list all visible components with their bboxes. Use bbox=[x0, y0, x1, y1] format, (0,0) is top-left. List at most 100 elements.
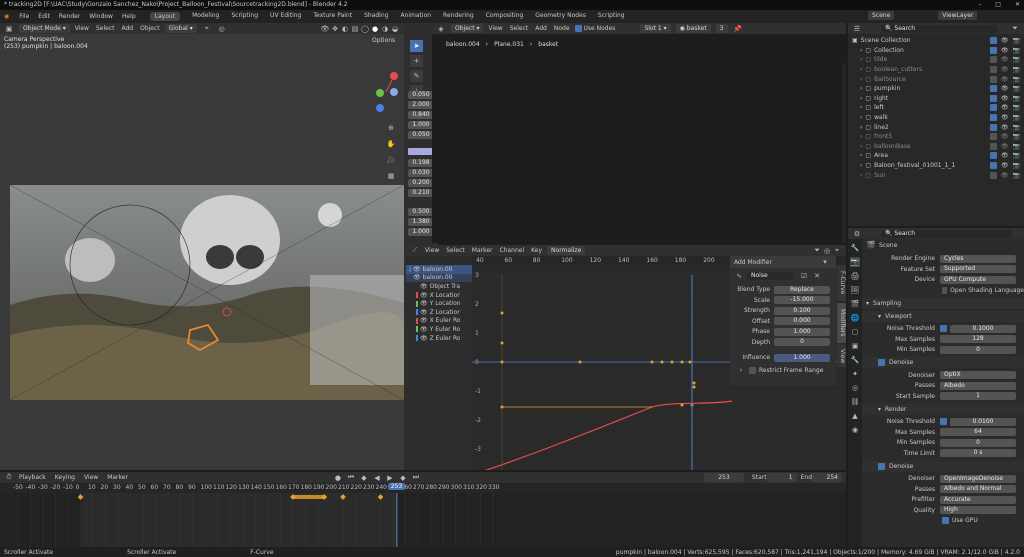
keyframe-point[interactable] bbox=[500, 405, 504, 409]
workspace-tab-compositing[interactable]: Compositing bbox=[486, 12, 524, 21]
vp-passes-select[interactable]: Albedo bbox=[940, 381, 1016, 390]
modifier-field-value[interactable]: Replace bbox=[774, 285, 830, 294]
close-icon[interactable]: ✕ bbox=[1015, 0, 1020, 10]
include-checkbox[interactable] bbox=[989, 104, 997, 112]
play-icon[interactable]: ▶ bbox=[385, 473, 395, 483]
shading-render-icon[interactable]: ◒ bbox=[390, 24, 400, 34]
constraints-tab-icon[interactable]: ⛓ bbox=[850, 397, 860, 407]
sidebar-value-field[interactable]: 1.380 bbox=[408, 218, 434, 226]
vp-denoise-section[interactable]: Denoise bbox=[889, 359, 913, 366]
r-noise-checkbox[interactable] bbox=[940, 418, 947, 426]
pan-icon[interactable]: ✋ bbox=[386, 139, 396, 149]
include-checkbox[interactable] bbox=[989, 152, 997, 160]
eye-icon[interactable]: 👁 bbox=[420, 309, 428, 316]
normalize-toggle[interactable]: Normalize bbox=[547, 246, 586, 255]
viewport-subsection[interactable]: Viewport bbox=[885, 313, 912, 320]
sidebar-value-field[interactable]: 0.500 bbox=[408, 208, 434, 216]
properties-editor[interactable]: ⚙ 🔍 Search 🔧 📷 🖨 🖼 🎬 🌐 ▢ ▣ 🔧 ✦ ◎ ⛓ ▲ ◉ 🎬… bbox=[848, 228, 1024, 547]
timeline[interactable]: ⏱ Playback Keying View Marker ● ⏮ ◆ ◀ ▶ ◆ ⏭… bbox=[0, 472, 846, 547]
r-time-field[interactable]: 0 s bbox=[940, 449, 1016, 458]
channel-row[interactable]: 👁baloon.004Action bbox=[406, 273, 472, 283]
timeline-menu-playback[interactable]: Playback bbox=[19, 474, 46, 481]
modifier-field-value[interactable]: 1.000 bbox=[774, 327, 830, 336]
shading-material-icon[interactable]: ◑ bbox=[380, 24, 390, 34]
r-denoiser-select[interactable]: OpenImageDenoise bbox=[940, 474, 1016, 483]
graph-menu-channel[interactable]: Channel bbox=[500, 247, 525, 254]
r-passes-select[interactable]: Albedo and Normal bbox=[940, 485, 1016, 494]
eye-icon[interactable]: 👁 bbox=[1001, 76, 1009, 83]
camera-icon[interactable]: 📷 bbox=[1013, 162, 1020, 169]
editor-type-icon[interactable]: ▣ bbox=[4, 24, 14, 34]
camera-icon[interactable]: 📷 bbox=[1013, 104, 1020, 111]
pin-icon[interactable]: 📌 bbox=[733, 24, 743, 34]
expand-arrow-icon[interactable]: › bbox=[860, 133, 862, 140]
keyframe-hold-bar[interactable] bbox=[293, 495, 325, 499]
eye-icon[interactable]: 👁 bbox=[1001, 162, 1009, 169]
graph-menu-view[interactable]: View bbox=[425, 247, 439, 254]
camera-icon[interactable]: 🎥 bbox=[386, 155, 396, 165]
current-frame-field[interactable]: 253 bbox=[703, 473, 744, 482]
camera-icon[interactable]: 📷 bbox=[1013, 124, 1020, 131]
include-checkbox[interactable] bbox=[989, 123, 997, 131]
camera-icon[interactable]: 📷 bbox=[1013, 56, 1020, 63]
node-editor-menu-select[interactable]: Select bbox=[510, 25, 529, 32]
material-tab-icon[interactable]: ◉ bbox=[850, 425, 860, 435]
eye-icon[interactable]: 👁 bbox=[1001, 95, 1009, 102]
sampling-section[interactable]: Sampling bbox=[873, 300, 901, 307]
workspace-tab-animation[interactable]: Animation bbox=[400, 12, 431, 21]
keyframe-point[interactable] bbox=[692, 381, 696, 385]
sidebar-value-field[interactable]: 2.000 bbox=[408, 101, 434, 109]
outliner-item[interactable]: › ▢ pumpkin 👁 📷 bbox=[848, 84, 1024, 94]
blender-logo-icon[interactable]: ◉ bbox=[4, 13, 9, 20]
menu-render[interactable]: Render bbox=[59, 13, 80, 20]
eye-icon[interactable]: 👁 bbox=[1001, 47, 1009, 54]
channel-row[interactable]: 👁 X Location bbox=[406, 291, 472, 300]
editor-type-icon[interactable]: ☰ bbox=[852, 24, 862, 34]
editor-type-icon[interactable]: ⚙ bbox=[852, 229, 862, 239]
snap-icon[interactable]: ⌖ bbox=[832, 246, 842, 256]
keyframe-point[interactable] bbox=[670, 360, 674, 364]
eye-icon[interactable]: 👁 bbox=[420, 292, 428, 299]
timeline-keyframe[interactable] bbox=[377, 494, 384, 500]
outliner-item[interactable]: › ▢ Baloon_festival_01001_1_1 👁 📷 bbox=[848, 161, 1024, 171]
properties-search[interactable]: 🔍 Search bbox=[881, 229, 1012, 238]
keyframe-point[interactable] bbox=[500, 311, 504, 315]
x-location-curve[interactable] bbox=[472, 400, 733, 470]
r-min-field[interactable]: 0 bbox=[940, 438, 1016, 447]
workspace-tab-texture-paint[interactable]: Texture Paint bbox=[313, 12, 352, 21]
vp-min-field[interactable]: 0 bbox=[940, 345, 1016, 354]
outliner-item[interactable]: ▣ Scene Collection 👁 📷 bbox=[848, 36, 1024, 46]
tab-fcurve[interactable]: F-Curve bbox=[837, 265, 846, 301]
keyframe-point[interactable] bbox=[688, 360, 692, 364]
material-selector[interactable]: ◉ basket bbox=[675, 24, 711, 33]
timeline-keyframes[interactable] bbox=[0, 493, 846, 547]
r-noise-field[interactable]: 0.0100 bbox=[950, 417, 1016, 426]
timeline-keyframe[interactable] bbox=[340, 494, 346, 500]
include-checkbox[interactable] bbox=[989, 46, 997, 54]
workspace-tab-scripting[interactable]: Scripting bbox=[231, 12, 258, 21]
node-editor-menu-view[interactable]: View bbox=[488, 25, 502, 32]
overlay-icon[interactable]: ◐ bbox=[340, 24, 350, 34]
use-gpu-checkbox[interactable] bbox=[942, 517, 949, 525]
r-denoise-section[interactable]: Denoise bbox=[889, 463, 913, 470]
workspace-tab-uv-editing[interactable]: UV Editing bbox=[270, 12, 301, 21]
tab-modifiers[interactable]: Modifiers bbox=[837, 303, 846, 343]
eye-icon[interactable]: 👁 bbox=[420, 300, 428, 307]
include-checkbox[interactable] bbox=[989, 162, 997, 170]
keyframe-point[interactable] bbox=[578, 360, 582, 364]
jump-end-icon[interactable]: ⏭ bbox=[411, 473, 421, 483]
menu-file[interactable]: File bbox=[19, 13, 29, 20]
include-checkbox[interactable] bbox=[989, 133, 997, 141]
node-editor[interactable]: ◈ Object ▾ View Select Add Node Use Nodes S… bbox=[432, 23, 846, 243]
tool-tab-icon[interactable]: 🔧 bbox=[850, 243, 860, 253]
node-editor-menu-node[interactable]: Node bbox=[554, 25, 570, 32]
annotate-tool-icon[interactable]: ✎ bbox=[410, 70, 423, 82]
vp-noise-field[interactable]: 0.1000 bbox=[950, 324, 1016, 333]
shader-type-selector[interactable]: Object ▾ bbox=[451, 24, 484, 33]
r-denoise-checkbox[interactable] bbox=[878, 462, 885, 470]
sidebar-value-field[interactable]: 0.030 bbox=[408, 169, 434, 177]
expand-arrow-icon[interactable]: › bbox=[860, 47, 862, 54]
include-checkbox[interactable] bbox=[989, 66, 997, 74]
camera-icon[interactable]: 📷 bbox=[1013, 66, 1020, 73]
material-users[interactable]: 3 bbox=[715, 24, 728, 33]
